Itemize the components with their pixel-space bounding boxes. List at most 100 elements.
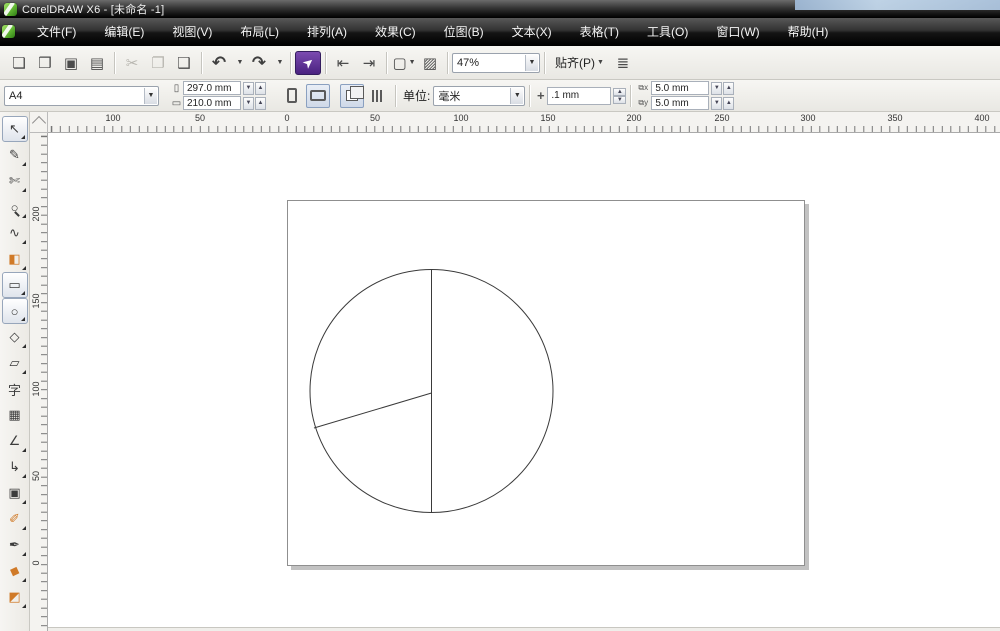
freehand-tool-icon: ∿ bbox=[9, 225, 20, 240]
blend-tool[interactable]: ▣ bbox=[2, 480, 28, 506]
title-bar[interactable]: CorelDRAW X6 - [未命名 -1] bbox=[0, 0, 1000, 18]
menu-tools[interactable]: 工具(O) bbox=[633, 18, 702, 46]
zoom-level-select[interactable]: 47% ▼ bbox=[452, 52, 540, 73]
page-width-field[interactable]: 297.0 mm bbox=[183, 81, 241, 95]
menu-text[interactable]: 文本(X) bbox=[498, 18, 566, 46]
page-height-decrement[interactable]: ▼ bbox=[243, 96, 254, 110]
toolbox: ↖ ✎ ✄ ○ ∿ ◧ ▭ ○ ◇ ▱ 字 ▦ ∠ ↳ ▣ ✐ ✒ ◆ ◩ bbox=[0, 112, 30, 631]
menu-arrange[interactable]: 排列(A) bbox=[293, 18, 361, 46]
copy-button[interactable]: ❐ bbox=[146, 51, 170, 75]
undo-button[interactable]: ↶ bbox=[207, 51, 231, 75]
connector-tool[interactable]: ↳ bbox=[2, 454, 28, 480]
page-height-increment[interactable]: ▲ bbox=[255, 96, 266, 110]
polygon-tool[interactable]: ◇ bbox=[2, 324, 28, 350]
nudge-distance-field[interactable]: .1 mm bbox=[547, 86, 612, 105]
shape-tool-icon: ✎ bbox=[9, 147, 20, 162]
menu-table[interactable]: 表格(T) bbox=[566, 18, 633, 46]
cut-button[interactable]: ✂ bbox=[120, 51, 144, 75]
h-ruler-label: 50 bbox=[194, 113, 205, 123]
duplicate-y-field[interactable]: 5.0 mm bbox=[651, 96, 710, 110]
duplicate-distance-cluster: ⧉x 5.0 mm ▼ ▲ ⧉y 5.0 mm ▼ ▲ bbox=[638, 81, 735, 110]
menu-window[interactable]: 窗口(W) bbox=[702, 18, 773, 46]
toolbar-separator bbox=[114, 51, 115, 74]
menu-view[interactable]: 视图(V) bbox=[158, 18, 226, 46]
v-ruler-label: 100 bbox=[31, 381, 41, 397]
new-document-button[interactable]: ❏ bbox=[7, 51, 31, 75]
outline-pen-tool[interactable]: ✒ bbox=[2, 532, 28, 558]
landscape-button[interactable] bbox=[306, 83, 330, 108]
duplicate-x-field[interactable]: 5.0 mm bbox=[651, 81, 710, 95]
menu-edit[interactable]: 编辑(E) bbox=[90, 18, 158, 46]
application-launcher-button[interactable]: ▢ ▼ bbox=[392, 51, 416, 75]
page-width-decrement[interactable]: ▼ bbox=[243, 81, 254, 95]
table-tool[interactable]: ▦ bbox=[2, 402, 28, 428]
v-ruler-label: 50 bbox=[31, 471, 41, 482]
units-select[interactable]: 毫米 ▼ bbox=[433, 85, 526, 106]
import-icon: ⇤ bbox=[336, 54, 350, 72]
rectangle-tool[interactable]: ▭ bbox=[1, 272, 28, 298]
undo-dropdown[interactable]: ▼ bbox=[233, 51, 245, 75]
eyedropper-tool[interactable]: ✐ bbox=[2, 506, 28, 532]
current-page-button[interactable] bbox=[366, 84, 390, 108]
nudge-increment[interactable]: ▲ bbox=[613, 87, 627, 96]
portrait-button[interactable] bbox=[280, 84, 304, 108]
interactive-fill-tool[interactable]: ◩ bbox=[2, 584, 28, 610]
nudge-decrement[interactable]: ▼ bbox=[613, 95, 627, 104]
ruler-origin[interactable] bbox=[30, 112, 48, 133]
smart-fill-tool[interactable]: ◧ bbox=[2, 246, 28, 272]
paste-button[interactable]: ❑ bbox=[172, 51, 196, 75]
snap-to-dropdown[interactable]: 贴齐(P) ▼ bbox=[549, 51, 610, 75]
redo-dropdown[interactable]: ▼ bbox=[273, 51, 285, 75]
menu-file[interactable]: 文件(F) bbox=[23, 18, 90, 46]
polygon-tool-icon: ◇ bbox=[9, 329, 20, 344]
menu-effects[interactable]: 效果(C) bbox=[361, 18, 430, 46]
document-menu-icon[interactable] bbox=[2, 25, 15, 38]
h-ruler-label: 150 bbox=[540, 113, 556, 123]
text-tool[interactable]: 字 bbox=[2, 376, 28, 402]
page-height-field[interactable]: 210.0 mm bbox=[183, 96, 241, 110]
welcome-screen-button[interactable]: ▨ bbox=[418, 51, 442, 75]
duplicate-x-increment[interactable]: ▲ bbox=[723, 81, 735, 95]
export-button[interactable]: ⇥ bbox=[357, 51, 381, 75]
menu-bar: 文件(F) 编辑(E) 视图(V) 布局(L) 排列(A) 效果(C) 位图(B… bbox=[0, 18, 1000, 46]
duplicate-y-increment[interactable]: ▲ bbox=[723, 96, 735, 110]
print-icon: ▤ bbox=[89, 54, 105, 72]
save-button[interactable]: ▣ bbox=[59, 51, 83, 75]
fill-tool[interactable]: ◆ bbox=[2, 558, 28, 584]
page-size-cluster: ▯ 297.0 mm ▼ ▲ ▭ 210.0 mm ▼ ▲ bbox=[170, 81, 266, 110]
crop-tool[interactable]: ✄ bbox=[2, 168, 28, 194]
vertical-ruler[interactable]: 200 150 100 50 0 bbox=[30, 133, 48, 631]
menu-bitmaps[interactable]: 位图(B) bbox=[430, 18, 498, 46]
import-button[interactable]: ⇤ bbox=[331, 51, 355, 75]
zoom-level-value: 47% bbox=[457, 56, 480, 69]
pick-tool[interactable]: ↖ bbox=[1, 116, 28, 142]
menu-help[interactable]: 帮助(H) bbox=[774, 18, 843, 46]
radius-segment-line[interactable] bbox=[313, 392, 432, 429]
blend-tool-icon: ▣ bbox=[8, 485, 21, 500]
menu-layout[interactable]: 布局(L) bbox=[226, 18, 293, 46]
print-button[interactable]: ▤ bbox=[85, 51, 109, 75]
shape-tool[interactable]: ✎ bbox=[2, 142, 28, 168]
drawing-canvas[interactable] bbox=[48, 133, 1000, 631]
dimension-tool[interactable]: ∠ bbox=[2, 428, 28, 454]
page-width-increment[interactable]: ▲ bbox=[255, 81, 266, 95]
duplicate-y-decrement[interactable]: ▼ bbox=[711, 96, 723, 110]
search-content-button[interactable]: ➤ bbox=[295, 50, 321, 75]
paper-size-select[interactable]: A4 ▼ bbox=[4, 85, 159, 106]
application-launcher-icon: ▢ bbox=[392, 54, 407, 72]
open-button[interactable]: ❒ bbox=[33, 51, 57, 75]
duplicate-x-decrement[interactable]: ▼ bbox=[711, 81, 723, 95]
units-label: 单位: bbox=[403, 89, 431, 103]
options-button[interactable]: ≣ bbox=[611, 51, 635, 75]
duplicate-y-icon: ⧉y bbox=[638, 98, 649, 107]
horizontal-ruler[interactable]: 100 50 0 50 100 150 200 250 300 350 400 bbox=[48, 112, 1000, 133]
coreldraw-window: CorelDRAW X6 - [未命名 -1] 文件(F) 编辑(E) 视图(V… bbox=[0, 0, 1000, 631]
zoom-tool[interactable]: ○ bbox=[2, 194, 28, 220]
all-pages-button[interactable] bbox=[340, 83, 364, 108]
ellipse-tool[interactable]: ○ bbox=[1, 298, 28, 324]
horizontal-scrollbar[interactable] bbox=[48, 627, 1000, 631]
redo-button[interactable]: ↷ bbox=[247, 51, 271, 75]
freehand-tool[interactable]: ∿ bbox=[2, 220, 28, 246]
ellipse-object[interactable] bbox=[309, 269, 554, 513]
basic-shapes-tool[interactable]: ▱ bbox=[2, 350, 28, 376]
